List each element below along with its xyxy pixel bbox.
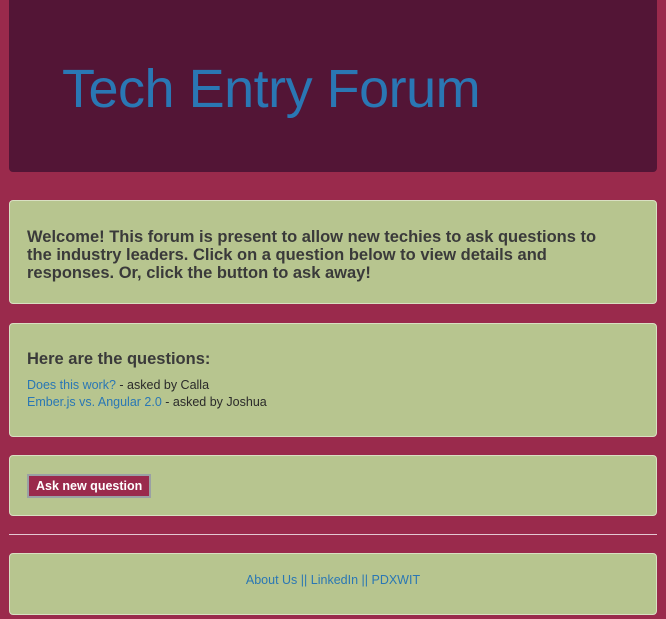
welcome-panel: Welcome! This forum is present to allow … <box>9 200 657 304</box>
footer-separator: || <box>297 573 311 587</box>
footer-link-linkedin[interactable]: LinkedIn <box>311 573 358 587</box>
divider <box>9 534 657 535</box>
footer-panel: About Us || LinkedIn || PDXWIT <box>9 553 657 615</box>
footer-separator: || <box>358 573 372 587</box>
footer-links: About Us || LinkedIn || PDXWIT <box>10 573 656 587</box>
questions-heading: Here are the questions: <box>27 350 211 368</box>
ask-new-question-button[interactable]: Ask new question <box>27 474 152 498</box>
questions-list: Does this work? - asked by Calla Ember.j… <box>27 377 267 411</box>
ask-panel: Ask new question <box>9 455 657 516</box>
question-meta: - asked by Joshua <box>161 395 267 409</box>
list-item: Ember.js vs. Angular 2.0 - asked by Josh… <box>27 394 267 411</box>
question-meta: - asked by Calla <box>115 378 210 392</box>
question-link-does-this-work[interactable]: Does this work? <box>27 378 116 392</box>
footer-link-pdxwit[interactable]: PDXWIT <box>371 573 420 587</box>
list-item: Does this work? - asked by Calla <box>27 377 267 394</box>
welcome-text: Welcome! This forum is present to allow … <box>27 228 597 282</box>
footer-link-about-us[interactable]: About Us <box>246 573 297 587</box>
questions-panel: Here are the questions: Does this work? … <box>9 323 657 437</box>
page-header: Tech Entry Forum <box>9 0 657 172</box>
question-link-ember-vs-angular[interactable]: Ember.js vs. Angular 2.0 <box>27 395 162 409</box>
page-title: Tech Entry Forum <box>62 59 481 119</box>
